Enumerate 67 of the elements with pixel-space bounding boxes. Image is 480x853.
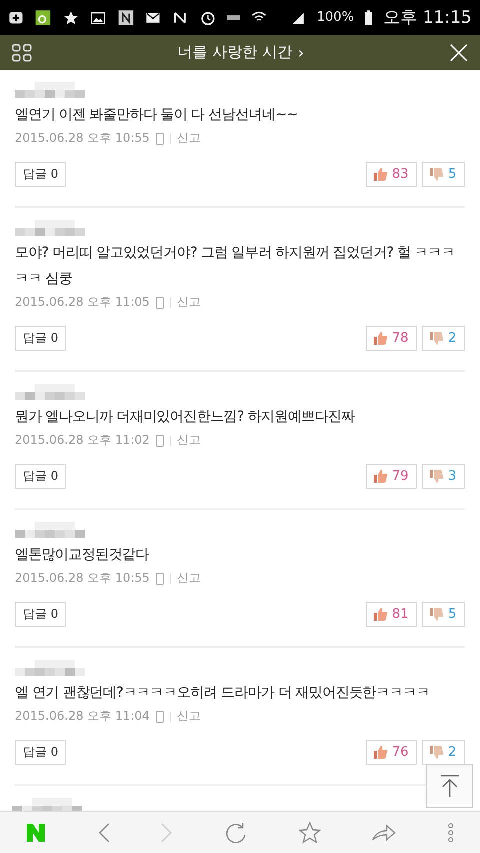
scroll-top-icon xyxy=(438,775,460,797)
thumbs-up-icon xyxy=(374,332,388,345)
phone-icon xyxy=(156,710,164,722)
battery-percent: 100% xyxy=(317,10,354,25)
thumbs-down-icon xyxy=(430,746,444,759)
thumbs-down-icon xyxy=(430,168,444,181)
reply-button[interactable]: 답글 0 xyxy=(15,740,66,765)
phone-icon xyxy=(156,434,164,446)
battery-icon xyxy=(365,8,373,26)
comment-date: 2015.06.28 오후 11:02 xyxy=(15,432,150,449)
close-icon[interactable] xyxy=(450,44,468,62)
report-link[interactable]: 신고 xyxy=(176,432,201,449)
blurred-name xyxy=(15,220,85,236)
thumbs-up-icon xyxy=(374,746,388,759)
phone-icon xyxy=(156,572,164,584)
blurred-name xyxy=(15,660,85,676)
like-button[interactable]: 83 xyxy=(366,162,417,187)
thumbs-up-icon xyxy=(374,168,388,181)
reply-button[interactable]: 답글 0 xyxy=(15,602,66,627)
comment-date: 2015.06.28 오후 11:04 xyxy=(15,708,150,725)
like-button[interactable]: 81 xyxy=(366,602,417,627)
report-link[interactable]: 신고 xyxy=(176,708,201,725)
page-title[interactable]: 너를 사랑한 시간 xyxy=(178,43,292,62)
reply-button[interactable]: 답글 0 xyxy=(15,162,66,187)
grid-menu-icon[interactable] xyxy=(12,44,32,62)
like-button[interactable]: 76 xyxy=(366,740,417,765)
reply-button[interactable]: 답글 0 xyxy=(15,464,66,489)
dislike-button[interactable]: 3 xyxy=(422,464,465,489)
comment-date: 2015.06.28 오후 10:55 xyxy=(15,130,150,147)
thumbs-down-icon xyxy=(430,470,444,483)
phone-icon xyxy=(156,296,164,308)
thumbs-up-icon xyxy=(374,470,388,483)
report-link[interactable]: 신고 xyxy=(176,570,201,587)
comment-date: 2015.06.28 오후 11:05 xyxy=(15,294,150,311)
title-arrow[interactable]: › xyxy=(298,44,304,62)
refresh-icon[interactable] xyxy=(224,822,247,844)
back-icon[interactable] xyxy=(98,822,110,842)
dislike-button[interactable]: 5 xyxy=(422,162,465,187)
news-icon xyxy=(118,8,134,28)
share-icon[interactable] xyxy=(372,824,396,842)
clock: 오후 11:15 xyxy=(384,7,472,29)
comment-text: 엘 연기 괜찮던데?ㅋㅋㅋㅋ오히려 드라마가 더 재밌어진듯한ㅋㅋㅋㅋ xyxy=(15,684,431,703)
blurred-name xyxy=(15,82,85,98)
comment-text: 모야? 머리띠 알고있었던거야? 그럼 일부러 하지원꺼 집었던거? 헐 ㅋㅋㅋㅋㅋ 심쿵 xyxy=(15,244,456,289)
dislike-button[interactable]: 2 xyxy=(422,326,465,351)
like-button[interactable]: 78 xyxy=(366,326,417,351)
phone-icon xyxy=(156,132,164,144)
more-icon[interactable] xyxy=(448,822,454,842)
comment-date: 2015.06.28 오후 10:55 xyxy=(15,570,150,587)
report-link[interactable]: 신고 xyxy=(176,130,201,147)
dislike-button[interactable]: 2 xyxy=(422,740,465,765)
comment-text: 뭔가 엘나오니까 더재미있어진한느낌? 하지원예쁘다진짜 xyxy=(15,408,356,427)
thumbs-down-icon xyxy=(430,332,444,345)
reply-button[interactable]: 답글 0 xyxy=(15,326,66,351)
naver-logo-icon[interactable] xyxy=(26,822,46,842)
bookmark-star-icon[interactable] xyxy=(298,822,321,844)
app-icon xyxy=(35,8,52,28)
thumbs-up-icon xyxy=(374,608,388,621)
comment-text: 엘연기 이젠 봐줄만하다 둘이 다 선남선녀네~~ xyxy=(15,106,299,125)
dislike-button[interactable]: 5 xyxy=(422,602,465,627)
scroll-top-button[interactable] xyxy=(426,764,473,808)
like-button[interactable]: 79 xyxy=(366,464,417,489)
blurred-name xyxy=(15,384,85,400)
comment-text: 엘톤많이교정된것같다 xyxy=(15,546,150,565)
report-link[interactable]: 신고 xyxy=(176,294,201,311)
blurred-name xyxy=(15,522,85,538)
thumbs-down-icon xyxy=(430,608,444,621)
